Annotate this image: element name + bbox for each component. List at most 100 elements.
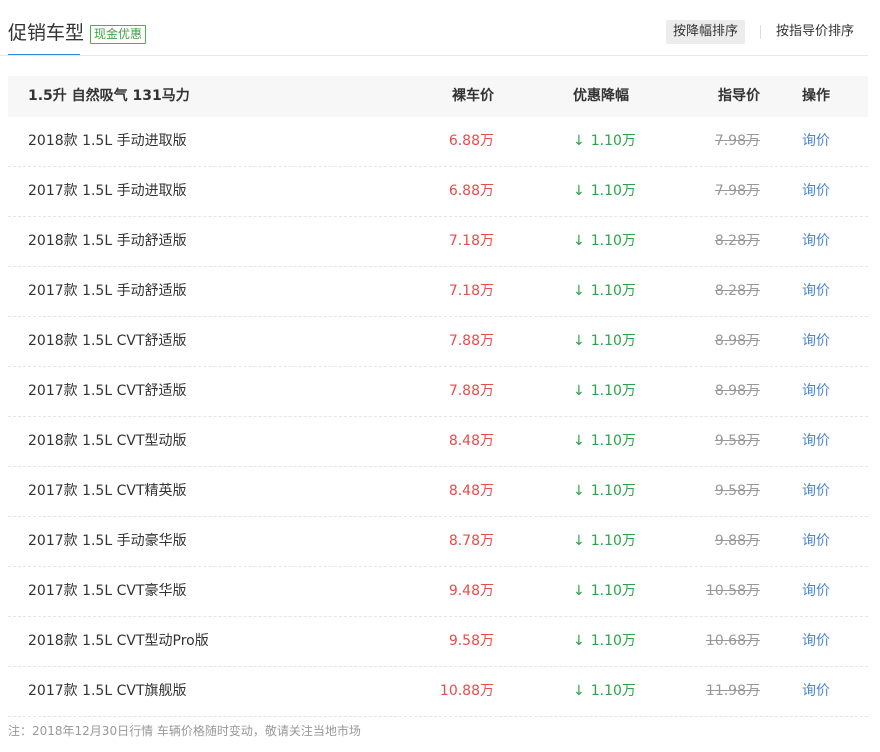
inquire-link[interactable]: 询价 (802, 267, 830, 316)
inquire-link[interactable]: 询价 (802, 517, 830, 566)
inquire-link[interactable]: 询价 (802, 667, 830, 716)
discount-value: 1.10万 (590, 283, 636, 299)
down-arrow-icon: ↓ (573, 283, 585, 299)
inquire-link[interactable]: 询价 (802, 217, 830, 266)
discount: ↓ 1.10万 (573, 117, 636, 166)
discount-value: 1.10万 (590, 133, 636, 149)
guide-price: 7.98万 (714, 183, 760, 199)
discount-value: 1.10万 (590, 333, 636, 349)
guide-price: 9.88万 (714, 533, 760, 549)
guide-price: 8.28万 (714, 233, 760, 249)
model-name: 2018款 1.5L CVT舒适版 (28, 333, 187, 349)
model-name: 2017款 1.5L CVT精英版 (28, 483, 187, 499)
down-arrow-icon: ↓ (573, 433, 585, 449)
guide-price: 8.98万 (714, 383, 760, 399)
discount: ↓ 1.10万 (573, 217, 636, 266)
discount-value: 1.10万 (590, 633, 636, 649)
discount-value: 1.10万 (590, 683, 636, 699)
inquire-link[interactable]: 询价 (802, 467, 830, 516)
group-title: 1.5升 自然吸气 131马力 (28, 88, 190, 104)
discount-value: 1.10万 (590, 183, 636, 199)
discount: ↓ 1.10万 (573, 667, 636, 716)
model-name: 2017款 1.5L 手动进取版 (28, 183, 187, 199)
guide-price: 9.58万 (714, 483, 760, 499)
sort-separator (760, 25, 761, 39)
discount: ↓ 1.10万 (573, 267, 636, 316)
discount-value: 1.10万 (590, 383, 636, 399)
bare-price: 9.48万 (448, 583, 494, 599)
sort-by-discount-button[interactable]: 按降幅排序 (666, 20, 746, 44)
table-row: 2017款 1.5L 手动豪华版 8.78万 ↓ 1.10万 9.88万 询价 (8, 517, 868, 567)
down-arrow-icon: ↓ (573, 383, 585, 399)
discount: ↓ 1.10万 (573, 417, 636, 466)
discount-value: 1.10万 (590, 433, 636, 449)
col-header-discount: 优惠降幅 (573, 88, 629, 104)
bare-price: 8.48万 (448, 483, 494, 499)
model-name: 2018款 1.5L CVT型动版 (28, 433, 187, 449)
bare-price: 7.18万 (448, 283, 494, 299)
down-arrow-icon: ↓ (573, 583, 585, 599)
table-row: 2017款 1.5L 手动舒适版 7.18万 ↓ 1.10万 8.28万 询价 (8, 267, 868, 317)
inquire-link[interactable]: 询价 (802, 317, 830, 366)
table-row: 2017款 1.5L 手动进取版 6.88万 ↓ 1.10万 7.98万 询价 (8, 167, 868, 217)
discount: ↓ 1.10万 (573, 467, 636, 516)
bare-price: 10.88万 (439, 683, 494, 699)
table-row: 2018款 1.5L CVT舒适版 7.88万 ↓ 1.10万 8.98万 询价 (8, 317, 868, 367)
down-arrow-icon: ↓ (573, 333, 585, 349)
discount-value: 1.10万 (590, 483, 636, 499)
model-name: 2017款 1.5L CVT旗舰版 (28, 683, 187, 699)
model-name: 2017款 1.5L 手动豪华版 (28, 533, 187, 549)
bare-price: 7.88万 (448, 333, 494, 349)
guide-price: 9.58万 (714, 433, 760, 449)
inquire-link[interactable]: 询价 (802, 167, 830, 216)
bare-price: 9.58万 (448, 633, 494, 649)
table-row: 2018款 1.5L CVT型动版 8.48万 ↓ 1.10万 9.58万 询价 (8, 417, 868, 467)
model-name: 2018款 1.5L CVT型动Pro版 (28, 633, 209, 649)
discount-value: 1.10万 (590, 233, 636, 249)
discount: ↓ 1.10万 (573, 317, 636, 366)
inquire-link[interactable]: 询价 (802, 417, 830, 466)
down-arrow-icon: ↓ (573, 483, 585, 499)
discount-value: 1.10万 (590, 533, 636, 549)
guide-price: 8.28万 (714, 283, 760, 299)
model-name: 2018款 1.5L 手动进取版 (28, 133, 187, 149)
bare-price: 8.48万 (448, 433, 494, 449)
table-row: 2017款 1.5L CVT精英版 8.48万 ↓ 1.10万 9.58万 询价 (8, 467, 868, 517)
sort-by-guide-price-button[interactable]: 按指导价排序 (769, 20, 861, 44)
down-arrow-icon: ↓ (573, 533, 585, 549)
model-name: 2018款 1.5L 手动舒适版 (28, 233, 187, 249)
guide-price: 10.68万 (705, 633, 760, 649)
down-arrow-icon: ↓ (573, 633, 585, 649)
table-row: 2017款 1.5L CVT旗舰版 10.88万 ↓ 1.10万 11.98万 询价 (8, 667, 868, 717)
promo-header: 促销车型 现金优惠 按降幅排序 按指导价排序 (0, 0, 868, 56)
section-title: 促销车型 (8, 22, 85, 44)
guide-price: 11.98万 (705, 683, 760, 699)
model-name: 2017款 1.5L CVT舒适版 (28, 383, 187, 399)
col-header-guide: 指导价 (718, 88, 760, 104)
bare-price: 7.18万 (448, 233, 494, 249)
bare-price: 6.88万 (448, 133, 494, 149)
inquire-link[interactable]: 询价 (802, 567, 830, 616)
col-header-price: 裸车价 (452, 88, 494, 104)
price-note: 注：2018年12月30日行情 车辆价格随时变动，敬请关注当地市场 (8, 724, 361, 738)
guide-price: 7.98万 (714, 133, 760, 149)
table-row: 2018款 1.5L CVT型动Pro版 9.58万 ↓ 1.10万 10.68万 询价 (8, 617, 868, 667)
discount: ↓ 1.10万 (573, 617, 636, 666)
inquire-link[interactable]: 询价 (802, 617, 830, 666)
model-name: 2017款 1.5L 手动舒适版 (28, 283, 187, 299)
inquire-link[interactable]: 询价 (802, 117, 830, 166)
down-arrow-icon: ↓ (573, 233, 585, 249)
discount-value: 1.10万 (590, 583, 636, 599)
inquire-link[interactable]: 询价 (802, 367, 830, 416)
discount: ↓ 1.10万 (573, 367, 636, 416)
promo-table: 1.5升 自然吸气 131马力 裸车价 优惠降幅 指导价 操作 2018款 1.… (8, 76, 868, 717)
discount: ↓ 1.10万 (573, 517, 636, 566)
down-arrow-icon: ↓ (573, 183, 585, 199)
table-header: 1.5升 自然吸气 131马力 裸车价 优惠降幅 指导价 操作 (8, 76, 868, 117)
table-row: 2018款 1.5L 手动舒适版 7.18万 ↓ 1.10万 8.28万 询价 (8, 217, 868, 267)
bare-price: 7.88万 (448, 383, 494, 399)
table-row: 2017款 1.5L CVT舒适版 7.88万 ↓ 1.10万 8.98万 询价 (8, 367, 868, 417)
header-divider (0, 55, 868, 56)
model-name: 2017款 1.5L CVT豪华版 (28, 583, 187, 599)
discount: ↓ 1.10万 (573, 567, 636, 616)
